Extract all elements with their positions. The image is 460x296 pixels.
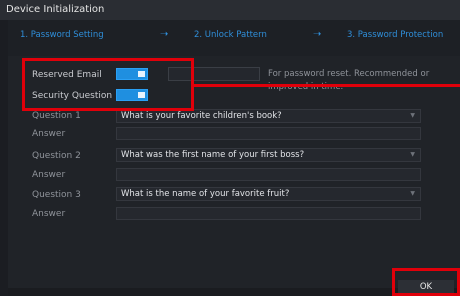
step-arrow-icon: ➝ xyxy=(313,29,322,40)
reserved-email-hint: For password reset. Recommended or xyxy=(268,69,430,79)
step-arrow-icon: ➝ xyxy=(160,29,169,40)
question-2-value: What was the first name of your first bo… xyxy=(121,150,305,160)
question-1-value: What is your favorite children's book? xyxy=(121,111,282,121)
reserved-email-label: Reserved Email xyxy=(32,70,102,80)
answer-1-label: Answer xyxy=(32,129,66,139)
question-2-select[interactable]: What was the first name of your first bo… xyxy=(116,148,421,162)
step-unlock-pattern: 2. Unlock Pattern xyxy=(194,30,267,40)
toggle-knob xyxy=(138,71,145,77)
answer-2-input[interactable] xyxy=(116,168,421,181)
answer-3-label: Answer xyxy=(32,209,66,219)
security-question-toggle[interactable] xyxy=(116,89,148,101)
question-1-select[interactable]: What is your favorite children's book? ▼ xyxy=(116,109,421,123)
question-3-label: Question 3 xyxy=(32,190,81,200)
reserved-email-hint-line2: improved in time. xyxy=(268,82,344,92)
reserved-email-input[interactable] xyxy=(168,67,260,81)
chevron-down-icon: ▼ xyxy=(410,190,415,197)
window-title: Device Initialization xyxy=(0,0,460,20)
dialog-footer xyxy=(8,288,460,296)
question-3-select[interactable]: What is the name of your favorite fruit?… xyxy=(116,187,421,201)
security-question-label: Security Question xyxy=(32,91,113,101)
chevron-down-icon: ▼ xyxy=(410,112,415,119)
toggle-knob xyxy=(138,92,145,98)
question-3-value: What is the name of your favorite fruit? xyxy=(121,189,290,199)
step-password-setting: 1. Password Setting xyxy=(20,30,104,40)
answer-2-label: Answer xyxy=(32,170,66,180)
answer-3-input[interactable] xyxy=(116,207,421,220)
question-1-label: Question 1 xyxy=(32,111,81,121)
step-password-protection: 3. Password Protection xyxy=(347,30,444,40)
chevron-down-icon: ▼ xyxy=(410,151,415,158)
question-2-label: Question 2 xyxy=(32,151,81,161)
wizard-steps: 1. Password Setting ➝ 2. Unlock Pattern … xyxy=(8,20,460,56)
answer-1-input[interactable] xyxy=(116,127,421,140)
ok-button[interactable]: OK xyxy=(398,280,454,294)
reserved-email-toggle[interactable] xyxy=(116,68,148,80)
device-initialization-dialog: 1. Password Setting ➝ 2. Unlock Pattern … xyxy=(8,20,460,296)
